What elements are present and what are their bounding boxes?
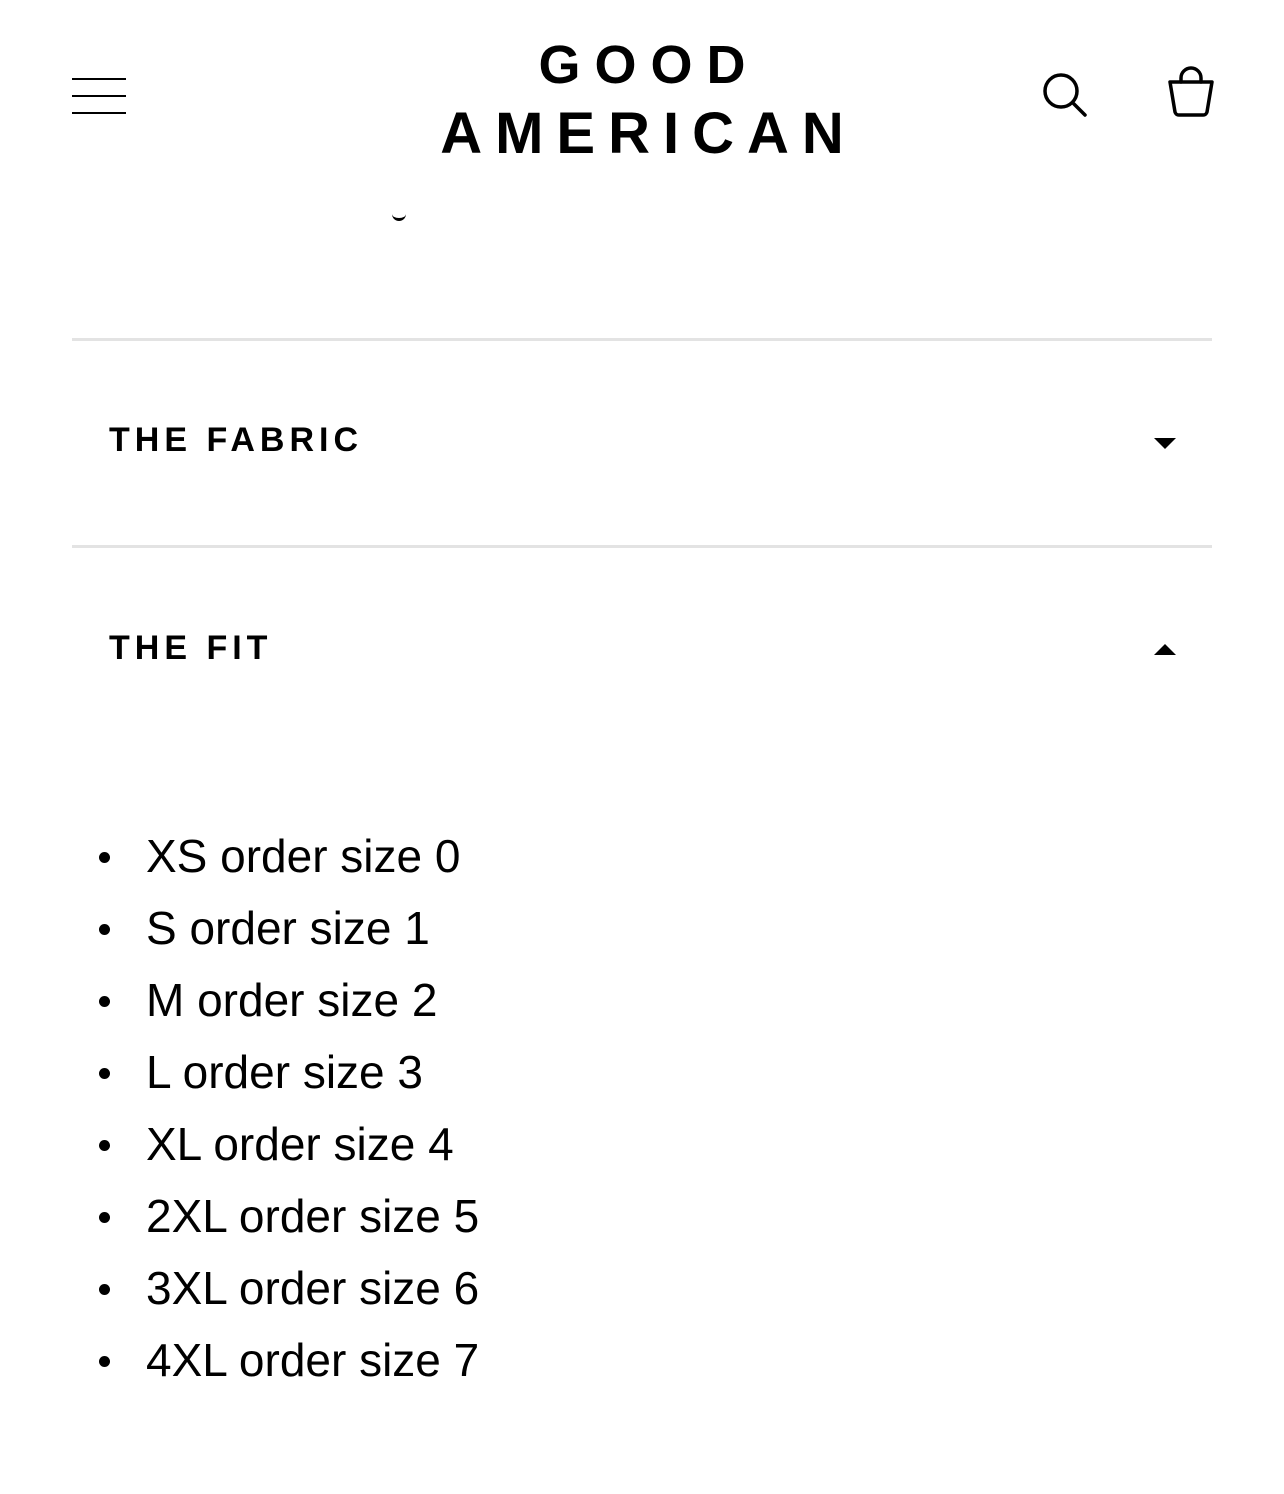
accordion-header-fit[interactable]: THE FIT xyxy=(72,598,1212,698)
cutoff-previous-content xyxy=(392,206,406,221)
brand-logo-line2: AMERICAN xyxy=(440,101,857,166)
product-page: GOOD AMERICAN THE FABRIC THE FIT XS orde… xyxy=(0,0,1284,1494)
menu-bar xyxy=(72,112,126,114)
menu-bar xyxy=(72,78,126,80)
menu-bar xyxy=(72,95,126,97)
list-item: XL order size 4 xyxy=(98,1108,479,1180)
search-icon[interactable] xyxy=(1040,70,1090,120)
list-item: 4XL order size 7 xyxy=(98,1324,479,1396)
hamburger-menu-icon[interactable] xyxy=(72,76,128,116)
caret-down-icon xyxy=(1154,438,1176,449)
brand-logo-line1: GOOD xyxy=(538,35,760,95)
section-divider xyxy=(72,545,1212,548)
accordion-title: THE FIT xyxy=(109,629,273,667)
shopping-bag-icon[interactable] xyxy=(1164,64,1218,120)
list-item: 3XL order size 6 xyxy=(98,1252,479,1324)
fit-size-list: XS order size 0 S order size 1 M order s… xyxy=(98,820,479,1396)
accordion-header-fabric[interactable]: THE FABRIC xyxy=(72,390,1212,490)
list-item: L order size 3 xyxy=(98,1036,479,1108)
list-item: 2XL order size 5 xyxy=(98,1180,479,1252)
site-header: GOOD AMERICAN xyxy=(0,0,1284,200)
caret-up-icon xyxy=(1154,644,1176,655)
list-item: M order size 2 xyxy=(98,964,479,1036)
section-divider xyxy=(72,338,1212,341)
list-item: S order size 1 xyxy=(98,892,479,964)
brand-logo[interactable]: GOOD AMERICAN xyxy=(392,34,892,172)
accordion-title: THE FABRIC xyxy=(109,421,363,459)
list-item: XS order size 0 xyxy=(98,820,479,892)
